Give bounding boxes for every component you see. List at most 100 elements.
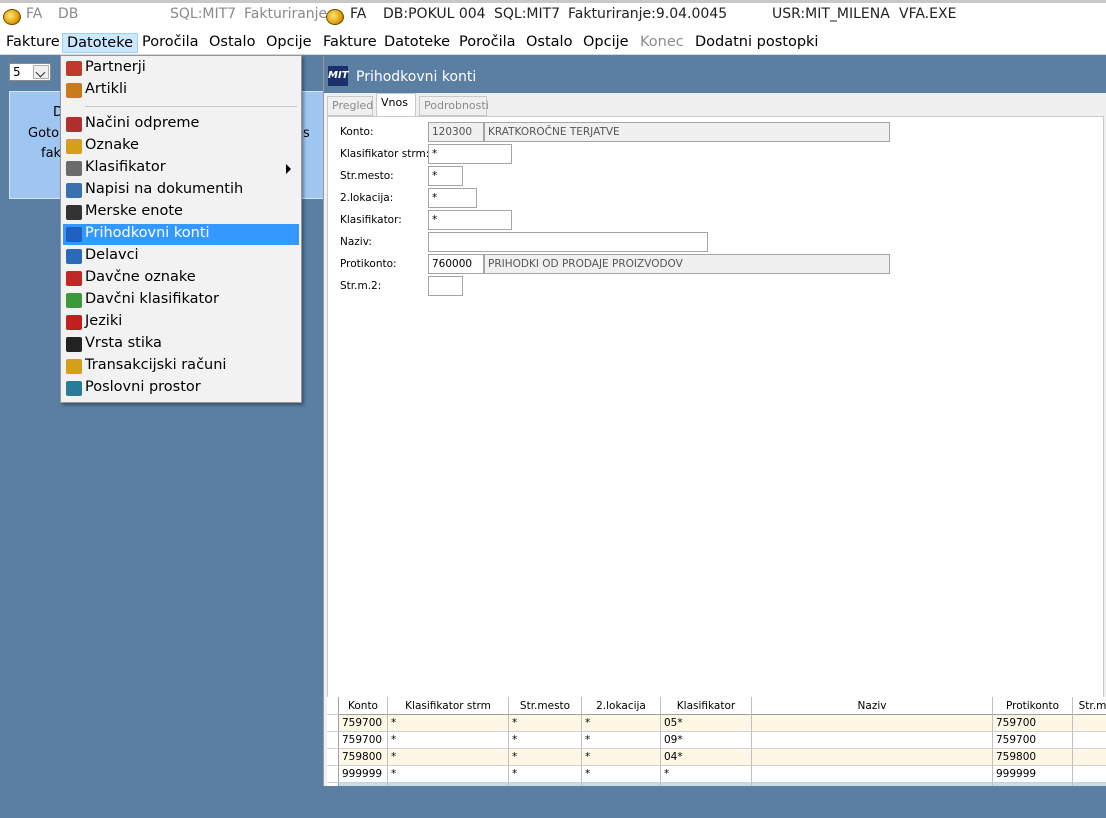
grid-cell[interactable]: * (388, 715, 509, 732)
menu-item-oznake[interactable]: Oznake (63, 136, 299, 157)
menu-ostalo[interactable]: Ostalo (205, 33, 259, 53)
menu-porocila-2[interactable]: Poročila (455, 33, 520, 53)
percent-class-icon (66, 293, 82, 308)
menu-ostalo-2[interactable]: Ostalo (522, 33, 576, 53)
grid-cell[interactable]: * (509, 749, 582, 766)
grid-cell[interactable]: 759700 (339, 715, 388, 732)
grid-cell[interactable]: 999999 (993, 766, 1073, 783)
menu-item-vrsta-stika[interactable]: Vrsta stika (63, 334, 299, 355)
grid-cell[interactable] (752, 715, 993, 732)
column-header[interactable]: Klasifikator strm (388, 697, 509, 715)
menu-item-davčne-oznake[interactable]: Davčne oznake (63, 268, 299, 289)
grid-cell[interactable]: * (582, 732, 661, 749)
menu-separator (85, 106, 297, 107)
pencil-icon (66, 161, 82, 176)
menu-item-jeziki[interactable]: Jeziki (63, 312, 299, 333)
column-header[interactable]: 2.lokacija (582, 697, 661, 715)
grid-cell[interactable]: * (509, 732, 582, 749)
tab-podrobnosti[interactable]: Podrobnosti (419, 96, 489, 116)
grid-cell[interactable] (1073, 783, 1106, 786)
grid-cell[interactable]: * (509, 715, 582, 732)
grid-cell[interactable]: * (509, 783, 582, 786)
grid-cell[interactable]: 759700 (339, 732, 388, 749)
menu-item-napisi-na-dokumentih[interactable]: Napisi na dokumentih (63, 180, 299, 201)
grid-cell[interactable] (752, 766, 993, 783)
column-header[interactable]: Konto (339, 697, 388, 715)
konto-field[interactable]: 120300 (428, 122, 484, 142)
lokacija2-field[interactable]: * (428, 188, 477, 208)
window-title: Prihodkovni konti (356, 69, 477, 85)
grid-cell[interactable]: 759800 (993, 749, 1073, 766)
protikonto-field[interactable]: 760000 (428, 254, 484, 274)
grid-cell[interactable] (752, 783, 993, 786)
menu-item-davčni-klasifikator[interactable]: Davčni klasifikator (63, 290, 299, 311)
menu-item-klasifikator[interactable]: Klasifikator (63, 158, 299, 179)
grid-cell[interactable]: * (582, 749, 661, 766)
menu-item-artikli[interactable]: Artikli (63, 80, 299, 101)
menu-fakture-2[interactable]: Fakture (319, 33, 381, 53)
grid-cell[interactable]: * (661, 783, 752, 786)
menu-item-transakcijski-računi[interactable]: Transakcijski računi (63, 356, 299, 377)
grid-cell[interactable] (1073, 749, 1106, 766)
menu-item-prihodkovni-konti[interactable]: Prihodkovni konti (63, 224, 299, 245)
column-header[interactable]: Str.mesto (509, 697, 582, 715)
grid-cell[interactable]: * (661, 766, 752, 783)
klasifikator-field[interactable]: * (428, 210, 512, 230)
grid-cell[interactable]: 05* (661, 715, 752, 732)
grid-cell[interactable] (1073, 766, 1106, 783)
menu-datoteke[interactable]: Datoteke (62, 33, 139, 53)
tab-vnos[interactable]: Vnos (376, 93, 416, 116)
menu-dodatni-postopki[interactable]: Dodatni postopki (691, 33, 822, 53)
column-header[interactable]: Naziv (752, 697, 993, 715)
menu-item-delavci[interactable]: Delavci (63, 246, 299, 267)
grid-cell[interactable]: 759700 (993, 715, 1073, 732)
menu-datoteke-2[interactable]: Datoteke (380, 33, 454, 53)
naziv-field[interactable] (428, 232, 708, 252)
page-combo-value: 5 (13, 65, 21, 79)
grid-cell[interactable] (1073, 715, 1106, 732)
menu-item-načini-odpreme[interactable]: Načini odpreme (63, 114, 299, 135)
grid-cell[interactable]: * (582, 715, 661, 732)
grid-cell[interactable] (1073, 732, 1106, 749)
row-indicator[interactable] (327, 715, 339, 732)
grid-cell[interactable]: * (582, 766, 661, 783)
grid-cell[interactable]: 120300 (339, 783, 388, 786)
menu-item-partnerji[interactable]: Partnerji (63, 58, 299, 79)
grid-cell[interactable]: 09* (661, 732, 752, 749)
tab-pregled[interactable]: Pregled (327, 96, 373, 116)
title-db: DB (58, 6, 79, 22)
grid-cell[interactable]: * (388, 732, 509, 749)
konti-grid[interactable]: Konto Klasifikator strm Str.mesto 2.lokacij… (327, 697, 1106, 786)
grid-cell[interactable]: 759800 (339, 749, 388, 766)
menu-item-poslovni-prostor[interactable]: Poslovni prostor (63, 378, 299, 399)
grid-cell[interactable] (752, 749, 993, 766)
menu-opcije-2[interactable]: Opcije (579, 33, 633, 53)
window-titlebar: MIT Prihodkovni konti (324, 56, 1106, 93)
klasifikator-strm-field[interactable]: * (428, 144, 512, 164)
str-mesto-field[interactable]: * (428, 166, 463, 186)
menu-fakture[interactable]: Fakture (2, 33, 64, 53)
grid-cell[interactable]: * (388, 749, 509, 766)
grid-cell[interactable]: 759700 (993, 732, 1073, 749)
grid-cell[interactable]: * (388, 783, 509, 786)
row-indicator[interactable] (327, 766, 339, 783)
column-header[interactable]: Str.m (1073, 697, 1106, 715)
grid-cell[interactable]: 04* (661, 749, 752, 766)
column-header[interactable]: Klasifikator (661, 697, 752, 715)
str-m2-field[interactable] (428, 276, 463, 296)
row-indicator[interactable] (327, 732, 339, 749)
menu-item-merske-enote[interactable]: Merske enote (63, 202, 299, 223)
row-indicator[interactable] (327, 749, 339, 766)
menu-porocila[interactable]: Poročila (138, 33, 203, 53)
chevron-down-icon[interactable] (33, 65, 49, 79)
menu-opcije[interactable]: Opcije (262, 33, 316, 53)
grid-cell[interactable]: * (388, 766, 509, 783)
row-indicator[interactable]: ▶ (327, 783, 339, 786)
grid-cell[interactable]: 999999 (339, 766, 388, 783)
grid-cell[interactable] (752, 732, 993, 749)
page-combo[interactable]: 5 (9, 63, 51, 81)
grid-cell[interactable]: * (582, 783, 661, 786)
grid-cell[interactable]: 760000 (993, 783, 1073, 786)
column-header[interactable]: Protikonto (993, 697, 1073, 715)
grid-cell[interactable]: * (509, 766, 582, 783)
